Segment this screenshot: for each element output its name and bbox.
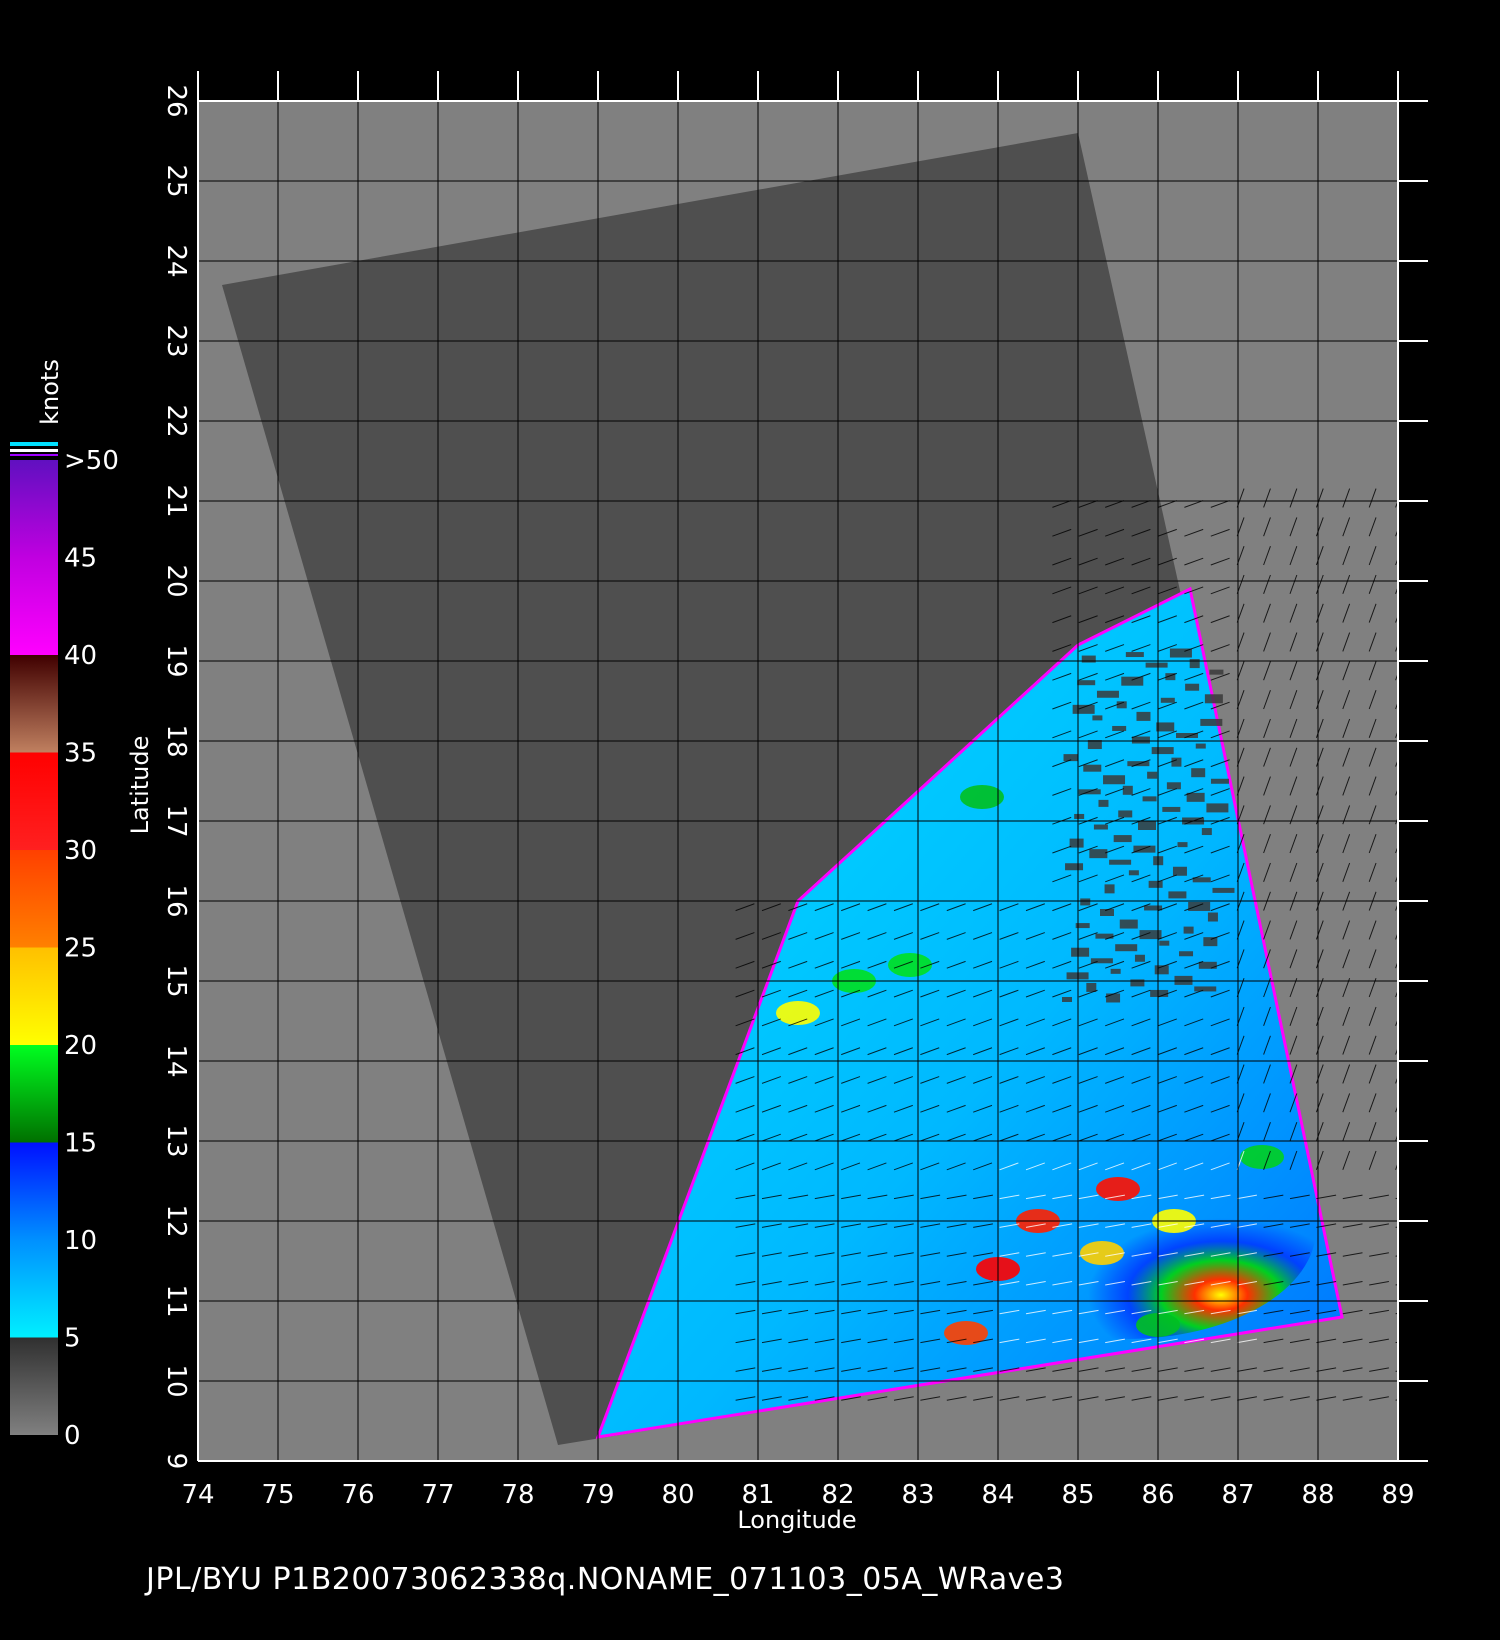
lat-tick-label: 16 [161,884,191,917]
lon-tick-label: 80 [661,1480,694,1510]
x-axis-title: Longitude [737,1506,856,1534]
colorbar-top-band-3 [10,454,58,456]
lat-tick-label: 25 [161,164,191,197]
colorbar-label: 15 [64,1129,97,1159]
lat-tick-label: 21 [161,484,191,517]
colorbar-label: 25 [64,934,97,964]
lat-tick-label: 20 [161,564,191,597]
colorbar-label: 20 [64,1031,97,1061]
lat-tick-label: 18 [161,724,191,757]
colorbar-label: 45 [64,544,97,574]
lon-tick-label: 74 [181,1480,214,1510]
colorbar-unit: knots [36,359,64,425]
lat-tick-label: 24 [161,244,191,277]
lon-tick-label: 89 [1381,1480,1414,1510]
colorbar-label: >50 [64,446,119,476]
colorbar-top-band [10,442,58,446]
colorbar-label: 0 [64,1421,81,1451]
lat-tick-label: 19 [161,644,191,677]
lat-tick-label: 11 [161,1284,191,1317]
lon-tick-label: 88 [1301,1480,1334,1510]
lat-tick-label: 22 [161,404,191,437]
lon-tick-label: 86 [1141,1480,1174,1510]
lat-tick-label: 10 [161,1364,191,1397]
lat-tick-label: 13 [161,1124,191,1157]
colorbar-label: 40 [64,641,97,671]
colorbar-label: 35 [64,739,97,769]
lat-tick-label: 23 [161,324,191,357]
colorbar-labels: 0 5 10 15 20 25 30 35 40 45 >50 [64,446,119,1451]
colorbar-label: 30 [64,836,97,866]
colorbar-label: 10 [64,1226,97,1256]
lat-tick-label: 17 [161,804,191,837]
lon-tick-label: 87 [1221,1480,1254,1510]
lon-tick-label: 84 [981,1480,1014,1510]
colorbar-ramp [10,460,58,1435]
footer-caption: JPL/BYU P1B20073062338q.NONAME_071103_05… [146,1562,1065,1597]
colorbar: 0 5 10 15 20 25 30 35 40 45 >50 knots [10,359,119,1451]
lat-tick-label: 12 [161,1204,191,1237]
y-axis-title: Latitude [126,736,154,835]
lon-tick-label: 76 [341,1480,374,1510]
lon-tick-label: 78 [501,1480,534,1510]
lon-tick-label: 79 [581,1480,614,1510]
lat-tick-labels: 9 10 11 12 13 14 15 16 17 18 19 20 21 22 23 24 25 26 [161,84,191,1469]
lat-tick-label: 14 [161,1044,191,1077]
lat-tick-label: 26 [161,84,191,117]
colorbar-label: 5 [64,1324,81,1354]
lon-tick-label: 83 [901,1480,934,1510]
lon-tick-label: 77 [421,1480,454,1510]
wind-map: 74 75 76 77 78 79 80 81 82 83 84 85 86 87 88 89 9101112… [10,71,1428,1534]
colorbar-top-band-2 [10,449,58,452]
lon-tick-label: 85 [1061,1480,1094,1510]
lat-tick-label: 9 [161,1453,191,1470]
lon-tick-label: 75 [261,1480,294,1510]
lat-tick-label: 15 [161,964,191,997]
